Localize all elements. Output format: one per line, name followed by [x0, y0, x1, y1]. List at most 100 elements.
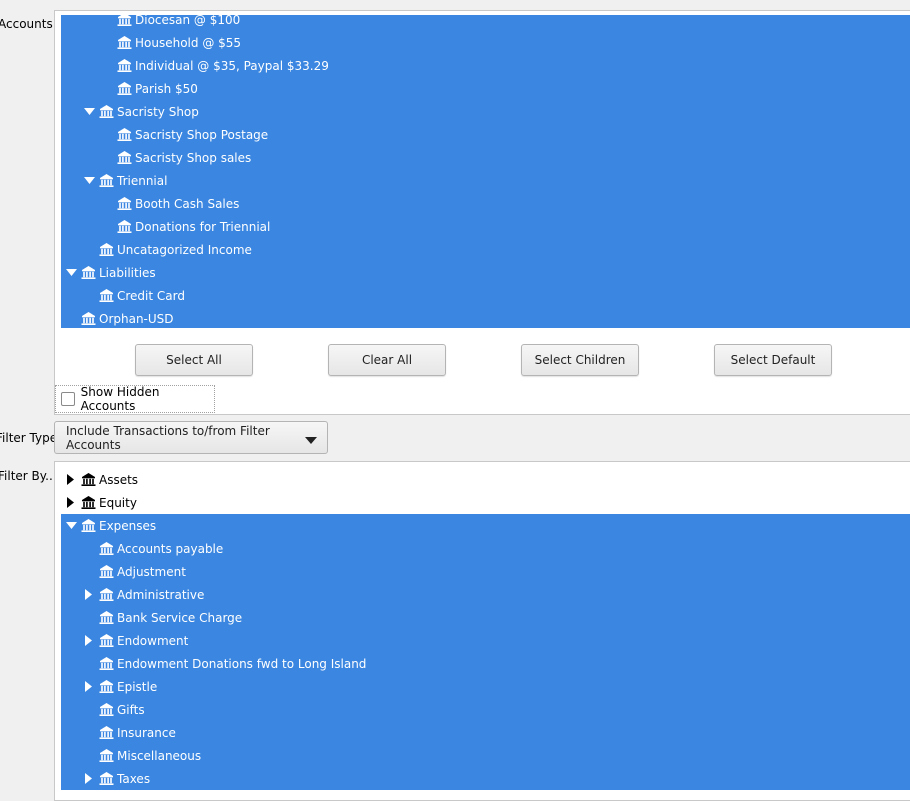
bank-building-icon — [99, 104, 114, 119]
tree-row[interactable]: Accounts payable — [61, 537, 910, 560]
triangle-down-icon[interactable] — [65, 267, 77, 279]
bank-building-icon — [81, 472, 96, 487]
select-children-button[interactable]: Select Children — [521, 344, 639, 376]
tree-row[interactable]: Sacristy Shop Postage — [61, 123, 910, 146]
bank-building-icon — [117, 81, 132, 96]
tree-row[interactable]: Gifts — [61, 698, 910, 721]
tree-row[interactable]: Bank Service Charge — [61, 606, 910, 629]
tree-row-label: Assets — [99, 472, 139, 487]
tree-row[interactable]: Assets — [61, 468, 910, 491]
tree-row[interactable]: Insurance — [61, 721, 910, 744]
tree-row[interactable]: Equity — [61, 491, 910, 514]
triangle-right-icon[interactable] — [65, 474, 77, 486]
bank-building-icon — [117, 35, 132, 50]
tree-row[interactable]: Household @ $55 — [61, 31, 910, 54]
accounts-label: Accounts — [0, 17, 53, 31]
tree-row-label: Uncatagorized Income — [117, 242, 252, 257]
tree-row[interactable]: Booth Cash Sales — [61, 192, 910, 215]
tree-row[interactable]: Credit Card — [61, 284, 910, 307]
accounts-tree[interactable]: Diocesan @ $100 Household @ $55 Individual… — [61, 15, 910, 328]
filter-type-value: Include Transactions to/from Filter Acco… — [66, 423, 270, 452]
triangle-right-icon[interactable] — [83, 589, 95, 601]
tree-row-label: Donations for Triennial — [135, 219, 271, 234]
tree-row-label: Bank Service Charge — [117, 610, 243, 625]
tree-row[interactable]: Orphan-USD — [61, 307, 910, 328]
bank-building-icon — [99, 748, 114, 763]
bank-building-icon — [99, 771, 114, 786]
tree-row[interactable]: Diocesan @ $100 — [61, 15, 910, 31]
tree-row-label: Sacristy Shop sales — [135, 150, 252, 165]
tree-row[interactable]: Adjustment — [61, 560, 910, 583]
filter-type-label: Filter Type — [0, 431, 58, 445]
bank-building-icon — [81, 495, 96, 510]
bank-building-icon — [81, 518, 96, 533]
tree-row[interactable]: Liabilities — [61, 261, 910, 284]
tree-row[interactable]: Epistle — [61, 675, 910, 698]
bank-building-icon — [99, 725, 114, 740]
clear-all-button[interactable]: Clear All — [328, 344, 446, 376]
tree-row-label: Adjustment — [117, 564, 186, 579]
bank-building-icon — [81, 265, 96, 280]
triangle-down-icon[interactable] — [83, 175, 95, 187]
tree-row-label: Miscellaneous — [117, 748, 202, 763]
bank-building-icon — [99, 541, 114, 556]
bank-building-icon — [117, 219, 132, 234]
tree-row[interactable]: Endowment Donations fwd to Long Island — [61, 652, 910, 675]
bank-building-icon — [117, 150, 132, 165]
select-all-button[interactable]: Select All — [135, 344, 253, 376]
tree-row-label: Sacristy Shop Postage — [135, 127, 269, 142]
triangle-right-icon[interactable] — [83, 681, 95, 693]
tree-row[interactable]: Parish $50 — [61, 77, 910, 100]
tree-row[interactable]: Endowment — [61, 629, 910, 652]
bank-building-icon — [99, 702, 114, 717]
tree-row[interactable]: Uncatagorized Income — [61, 238, 910, 261]
accounts-panel: Diocesan @ $100 Household @ $55 Individual… — [54, 10, 910, 415]
triangle-down-icon[interactable] — [83, 106, 95, 118]
tree-row-label: Household @ $55 — [135, 35, 242, 50]
tree-row-label: Expenses — [99, 518, 157, 533]
triangle-right-icon[interactable] — [83, 773, 95, 785]
filter-type-dropdown[interactable]: Include Transactions to/from Filter Acco… — [54, 421, 328, 454]
tree-row-label: Administrative — [117, 587, 205, 602]
bank-building-icon — [81, 311, 96, 326]
filter-by-tree[interactable]: Assets Equity Expenses Accounts payable Adju… — [61, 468, 910, 798]
bank-building-icon — [99, 679, 114, 694]
tree-row[interactable]: Sacristy Shop sales — [61, 146, 910, 169]
tree-row[interactable]: Triennial — [61, 169, 910, 192]
tree-row-label: Equity — [99, 495, 137, 510]
bank-building-icon — [117, 58, 132, 73]
tree-row[interactable]: Taxes — [61, 767, 910, 790]
bank-building-icon — [99, 173, 114, 188]
tree-row[interactable]: Donations for Triennial — [61, 215, 910, 238]
tree-row-label: Sacristy Shop — [117, 104, 199, 119]
tree-row-label: Endowment Donations fwd to Long Island — [117, 656, 367, 671]
filter-by-panel: Assets Equity Expenses Accounts payable Adju… — [54, 461, 910, 801]
tree-row[interactable]: Expenses — [61, 514, 910, 537]
show-hidden-accounts-toggle[interactable]: Show Hidden Accounts — [55, 385, 215, 413]
tree-row[interactable]: Sacristy Shop — [61, 100, 910, 123]
show-hidden-label: Show Hidden Accounts — [80, 385, 160, 413]
triangle-right-icon[interactable] — [65, 497, 77, 509]
select-default-button[interactable]: Select Default — [714, 344, 832, 376]
bank-building-icon — [99, 587, 114, 602]
tree-row[interactable]: Miscellaneous — [61, 744, 910, 767]
bank-building-icon — [99, 633, 114, 648]
tree-row[interactable]: Administrative — [61, 583, 910, 606]
show-hidden-checkbox[interactable] — [61, 392, 75, 406]
tree-row[interactable]: Individual @ $35, Paypal $33.29 — [61, 54, 910, 77]
triangle-down-icon[interactable] — [65, 520, 77, 532]
tree-row-label: Accounts payable — [117, 541, 224, 556]
bank-building-icon — [99, 242, 114, 257]
tree-row-label: Taxes — [117, 771, 151, 786]
triangle-right-icon[interactable] — [83, 635, 95, 647]
